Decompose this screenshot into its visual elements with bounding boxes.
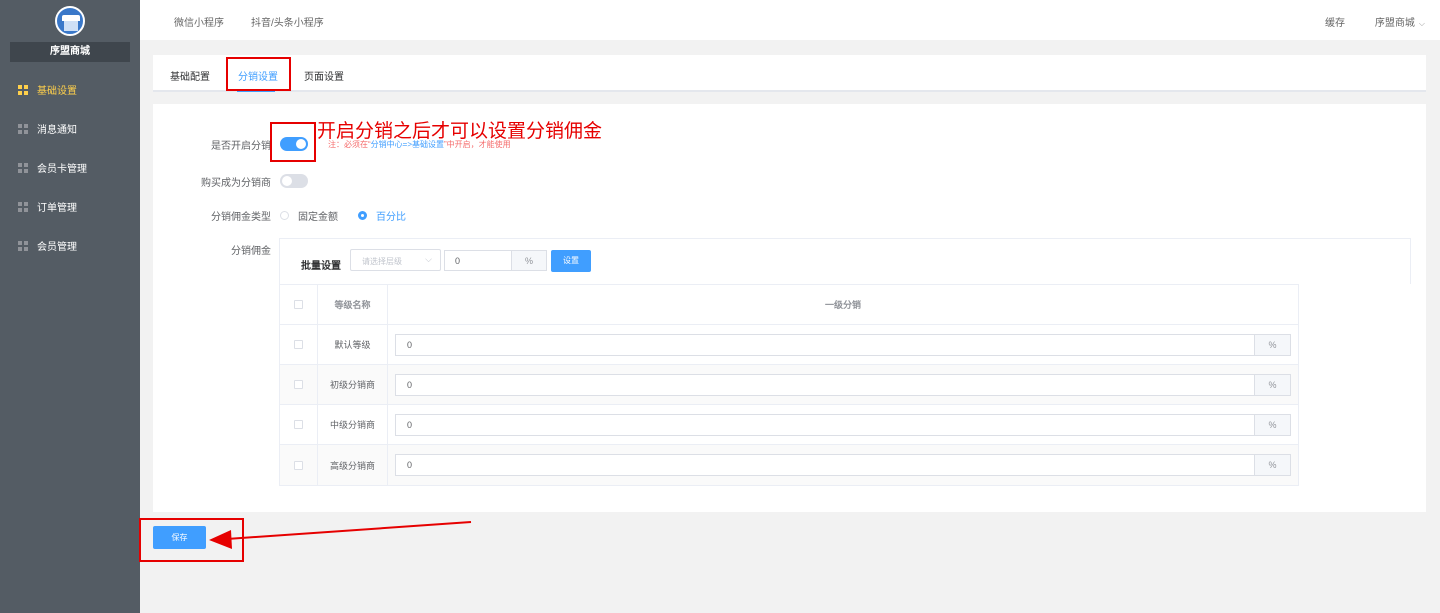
column-header-level-name: 等级名称 <box>318 285 388 324</box>
top-header: 微信小程序 抖音/头条小程序 缓存 序盟商城 ⌵ <box>140 0 1440 40</box>
sidebar-item-label: 会员卡管理 <box>37 164 87 175</box>
row-checkbox[interactable] <box>294 460 303 470</box>
grid-icon <box>18 201 28 212</box>
annotation-box-switch <box>270 122 316 162</box>
column-header-level-one: 一级分销 <box>824 300 861 310</box>
sidebar-nav: 基础设置 消息通知 会员卡管理 订单管理 会员管理 <box>0 70 140 265</box>
chevron-down-icon: ⌵ <box>1418 19 1425 28</box>
grid-icon <box>18 123 28 134</box>
annotation-text: 开启分销之后才可以设置分销佣金 <box>317 121 603 142</box>
row-checkbox[interactable] <box>294 420 303 429</box>
enable-distribution-label: 是否开启分销 <box>211 141 271 152</box>
batch-set-button[interactable]: 设置 <box>551 250 591 272</box>
sidebar-item-orders[interactable]: 订单管理 <box>0 187 140 226</box>
sidebar-item-notifications[interactable]: 消息通知 <box>0 109 140 148</box>
table-header-row: 等级名称 一级分销 <box>280 285 1298 325</box>
sidebar-item-label: 订单管理 <box>37 203 77 214</box>
row-checkbox[interactable] <box>294 380 303 389</box>
table-row: 初级分销商 0% <box>280 365 1298 405</box>
commission-rate-input[interactable]: 0 <box>395 333 1254 356</box>
commission-label: 分销佣金 <box>231 246 271 257</box>
percent-suffix: % <box>1254 373 1291 396</box>
radio-dot <box>280 211 289 220</box>
sidebar-item-label: 消息通知 <box>37 125 77 136</box>
commission-rate-input[interactable]: 0 <box>395 454 1254 476</box>
select-all-checkbox[interactable] <box>294 300 303 309</box>
percent-suffix: % <box>1254 413 1291 436</box>
annotation-box-tab <box>226 57 291 91</box>
buy-become-distributor-switch[interactable] <box>280 174 308 188</box>
radio-percentage[interactable]: 百分比 <box>358 208 406 223</box>
commission-rate-input[interactable]: 0 <box>395 373 1254 396</box>
brand: 序盟商城 <box>0 0 140 70</box>
sidebar: 序盟商城 基础设置 消息通知 会员卡管理 订单管理 会员管理 <box>0 0 140 613</box>
header-link-wechat-miniprogram[interactable]: 微信小程序 <box>174 14 224 29</box>
commission-type-label: 分销佣金类型 <box>211 212 271 223</box>
chevron-down-icon: ⌵ <box>425 254 432 264</box>
table-row: 默认等级 0% <box>280 325 1298 365</box>
distribution-form: 是否开启分销 注：必须在“分销中心=>基础设置”中开启，才能使用 购买成为分销商… <box>153 104 1426 512</box>
percent-suffix: % <box>1254 333 1291 356</box>
percent-suffix: % <box>1254 454 1291 476</box>
sidebar-item-label: 会员管理 <box>37 242 77 253</box>
commission-rate-input[interactable]: 0 <box>395 413 1254 436</box>
header-link-douyin-miniprogram[interactable]: 抖音/头条小程序 <box>251 14 324 29</box>
cache-button[interactable]: 缓存 <box>1325 14 1345 29</box>
level-name: 中级分销商 <box>318 405 388 444</box>
row-checkbox[interactable] <box>294 340 303 349</box>
store-logo-icon <box>55 6 85 36</box>
sidebar-item-membership-cards[interactable]: 会员卡管理 <box>0 148 140 187</box>
sidebar-item-label: 基础设置 <box>37 86 77 97</box>
commission-table: 等级名称 一级分销 默认等级 0% 初级分销商 0% 中级分销商 0% 高级分销… <box>279 284 1299 486</box>
radio-fixed-amount[interactable]: 固定金额 <box>280 208 338 223</box>
level-name: 高级分销商 <box>318 445 388 485</box>
settings-tabs: 基础配置 分销设置 页面设置 <box>153 55 1426 92</box>
tab-basic-config[interactable]: 基础配置 <box>170 68 210 83</box>
tab-page-settings[interactable]: 页面设置 <box>304 68 344 83</box>
sidebar-item-members[interactable]: 会员管理 <box>0 226 140 265</box>
batch-setting-label: 批量设置 <box>301 261 341 272</box>
store-dropdown[interactable]: 序盟商城 ⌵ <box>1375 14 1425 29</box>
level-name: 默认等级 <box>318 325 388 364</box>
batch-value-input[interactable]: 0 <box>444 250 512 271</box>
table-row: 中级分销商 0% <box>280 405 1298 445</box>
sidebar-item-basic-settings[interactable]: 基础设置 <box>0 70 140 109</box>
grid-icon <box>18 84 28 95</box>
grid-icon <box>18 162 28 173</box>
annotation-arrow-icon <box>209 521 472 549</box>
level-select[interactable]: 请选择层级 ⌵ <box>350 249 441 271</box>
level-name: 初级分销商 <box>318 365 388 404</box>
table-row: 高级分销商 0% <box>280 445 1298 485</box>
brand-name: 序盟商城 <box>10 42 130 62</box>
grid-icon <box>18 240 28 251</box>
percent-suffix: % <box>511 250 547 271</box>
buy-become-distributor-label: 购买成为分销商 <box>201 178 271 189</box>
radio-dot <box>358 211 367 220</box>
store-name: 序盟商城 <box>1374 18 1415 29</box>
